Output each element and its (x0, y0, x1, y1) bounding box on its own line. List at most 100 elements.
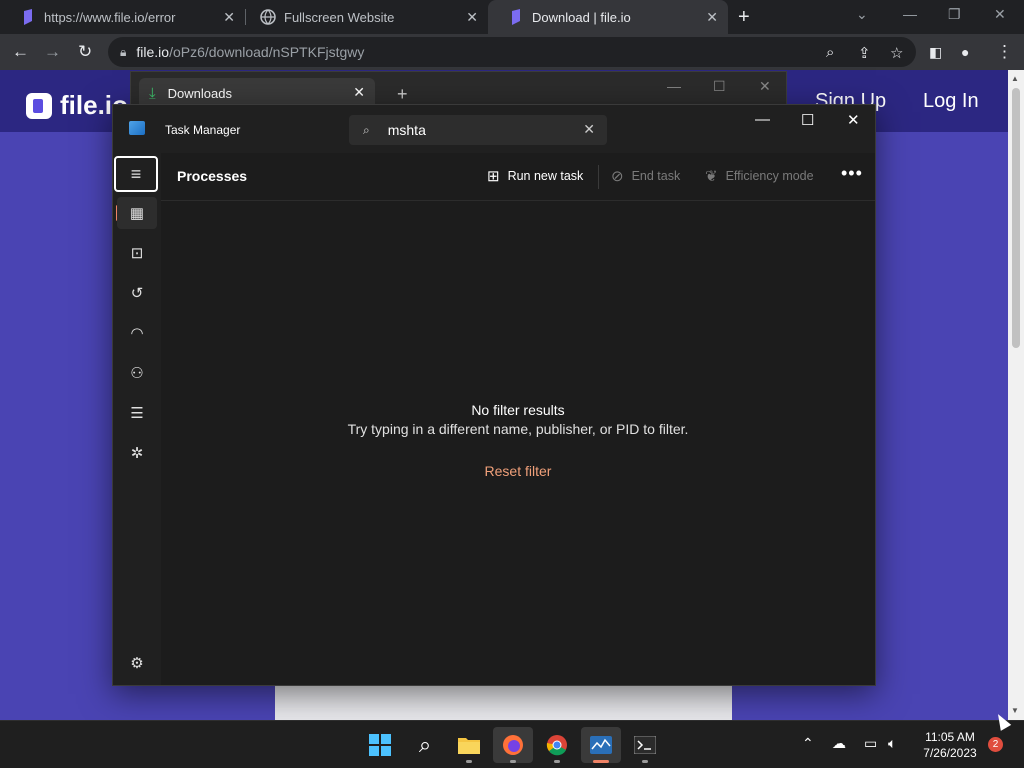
taskbar-search-icon[interactable]: ⌕ (405, 727, 445, 763)
task-manager-taskbar-icon[interactable] (581, 727, 621, 763)
close-window-icon[interactable]: ✕ (847, 111, 860, 129)
download-icon: ⤓ (149, 84, 156, 102)
chrome-icon[interactable] (537, 727, 577, 763)
minimize-icon[interactable]: — (903, 6, 917, 22)
run-new-task-icon: ⊞ (487, 168, 500, 185)
notification-badge[interactable]: 2 (988, 737, 1003, 752)
share-icon[interactable]: ⇪ (858, 44, 871, 62)
minimize-icon[interactable]: — (667, 78, 681, 94)
browser-tab-fullscreen[interactable]: Fullscreen Website ✕ (240, 0, 488, 34)
maximize-icon[interactable]: ☐ (801, 111, 814, 129)
zoom-icon[interactable]: ⌕ (826, 44, 834, 61)
empty-state-subtitle: Try typing in a different name, publishe… (347, 421, 689, 437)
details-nav-icon[interactable]: ☰ (117, 397, 157, 429)
cloud-offline-icon[interactable]: ☁ (832, 735, 846, 752)
active-indicator (593, 760, 609, 763)
address-bar[interactable]: 🔒︎ file.io /oPz6/download/nSPTKFjstgwy ⌕… (108, 37, 916, 67)
kebab-menu-icon[interactable]: ⋮ (996, 42, 1013, 62)
processes-nav-icon[interactable]: ▦ (117, 197, 157, 229)
leaf-icon: ❦ (705, 168, 718, 185)
restore-icon[interactable]: ❐ (948, 6, 961, 23)
url-host: file.io (136, 44, 170, 60)
close-tab-icon[interactable]: ✕ (223, 9, 235, 26)
running-indicator (642, 760, 648, 763)
bookmark-star-icon[interactable]: ☆ (890, 44, 903, 62)
profile-avatar-icon[interactable]: ● (961, 44, 969, 60)
terminal-icon[interactable] (625, 727, 665, 763)
start-button[interactable] (360, 727, 400, 763)
processes-empty-state: No filter results Try typing in a differ… (161, 201, 875, 685)
task-manager-window: Task Manager ⌕ mshta ✕ — ☐ ✕ ≡ ▦ ⊡ ↺ ◠ ⚇… (112, 104, 876, 686)
login-link[interactable]: Log In (923, 90, 979, 113)
navigation-rail: ≡ ▦ ⊡ ↺ ◠ ⚇ ☰ ✲ ⚙ (113, 153, 161, 685)
search-input[interactable]: ⌕ mshta ✕ (349, 115, 607, 145)
end-task-label: End task (631, 169, 681, 183)
task-manager-app-icon (129, 121, 145, 135)
maximize-icon[interactable]: ☐ (713, 78, 726, 95)
services-nav-icon[interactable]: ✲ (117, 437, 157, 469)
fileio-logo-icon (26, 92, 52, 119)
efficiency-mode-label: Efficiency mode (725, 169, 814, 183)
back-arrow-icon[interactable]: ← (12, 42, 29, 62)
lock-icon: 🔒︎ (120, 44, 127, 59)
globe-icon (260, 9, 276, 25)
reset-filter-link[interactable]: Reset filter (161, 463, 875, 479)
command-bar: Processes ⊞ Run new task ⊘ End task ❦ Ef… (161, 153, 875, 201)
browser-tab-error[interactable]: https://www.file.io/error ✕ (0, 0, 245, 34)
close-tab-icon[interactable]: ✕ (466, 9, 478, 26)
new-tab-button[interactable]: + (738, 6, 750, 29)
new-tab-button[interactable]: + (397, 84, 408, 105)
close-tab-icon[interactable]: ✕ (353, 84, 365, 101)
clock-time: 11:05 AM (925, 730, 975, 744)
forward-arrow-icon[interactable]: → (44, 42, 61, 62)
url-path: /oPz6/download/nSPTKFjstgwy (169, 44, 365, 60)
hamburger-menu-icon[interactable]: ≡ (114, 156, 158, 192)
run-new-task-label: Run new task (507, 169, 584, 183)
search-icon: ⌕ (363, 122, 370, 137)
search-value: mshta (387, 122, 426, 138)
clock-date: 7/26/2023 (923, 746, 977, 760)
file-explorer-icon[interactable] (449, 727, 489, 763)
show-hidden-icons-chevron-icon[interactable]: ⌃ (802, 735, 814, 752)
users-nav-icon[interactable]: ⚇ (117, 357, 157, 389)
side-panel-icon[interactable]: ◧ (929, 44, 942, 61)
running-indicator (510, 760, 516, 763)
network-icon[interactable]: ▭ (864, 735, 877, 752)
scroll-down-arrow-icon[interactable]: ▼ (1011, 706, 1019, 715)
end-task-icon: ⊘ (611, 168, 624, 185)
running-indicator (466, 760, 472, 763)
firefox-icon[interactable] (493, 727, 533, 763)
close-window-icon[interactable]: ✕ (759, 78, 771, 95)
scroll-up-arrow-icon[interactable]: ▲ (1011, 74, 1019, 83)
end-task-button[interactable]: ⊘ End task (611, 167, 680, 185)
app-history-nav-icon[interactable]: ↺ (117, 277, 157, 309)
run-new-task-button[interactable]: ⊞ Run new task (487, 167, 583, 185)
performance-nav-icon[interactable]: ⊡ (117, 237, 157, 269)
task-manager-titlebar: Task Manager ⌕ mshta ✕ — ☐ ✕ (113, 105, 875, 153)
windows-logo-icon (369, 734, 391, 756)
window-title: Task Manager (165, 123, 241, 137)
site-content-card (275, 685, 732, 720)
empty-state-title: No filter results (471, 402, 565, 418)
scroll-thumb[interactable] (1012, 88, 1020, 348)
tab-label: https://www.file.io/error (44, 9, 176, 25)
tab-search-chevron-icon[interactable]: ⌄ (856, 6, 868, 23)
close-window-icon[interactable]: ✕ (994, 6, 1006, 23)
downloads-tab-label: Downloads (167, 85, 232, 101)
reload-icon[interactable]: ↻ (78, 42, 92, 62)
efficiency-mode-button[interactable]: ❦ Efficiency mode (705, 167, 814, 185)
startup-apps-nav-icon[interactable]: ◠ (117, 317, 157, 349)
close-tab-icon[interactable]: ✕ (706, 9, 718, 26)
browser-tab-download[interactable]: Download | file.io ✕ (488, 0, 728, 34)
browser-tab-strip: https://www.file.io/error ✕ Fullscreen W… (0, 0, 1024, 34)
running-indicator (554, 760, 560, 763)
command-separator (598, 165, 599, 189)
more-options-icon[interactable]: ••• (841, 163, 863, 184)
system-clock[interactable]: 11:05 AM 7/26/2023 (918, 729, 982, 761)
volume-icon[interactable]: 🔈︎ (888, 735, 896, 752)
page-scrollbar[interactable]: ▲ ▼ (1008, 70, 1024, 720)
clear-search-icon[interactable]: ✕ (583, 121, 595, 138)
tab-label: Download | file.io (532, 9, 631, 25)
settings-gear-icon[interactable]: ⚙ (117, 647, 157, 679)
minimize-icon[interactable]: — (755, 111, 770, 128)
